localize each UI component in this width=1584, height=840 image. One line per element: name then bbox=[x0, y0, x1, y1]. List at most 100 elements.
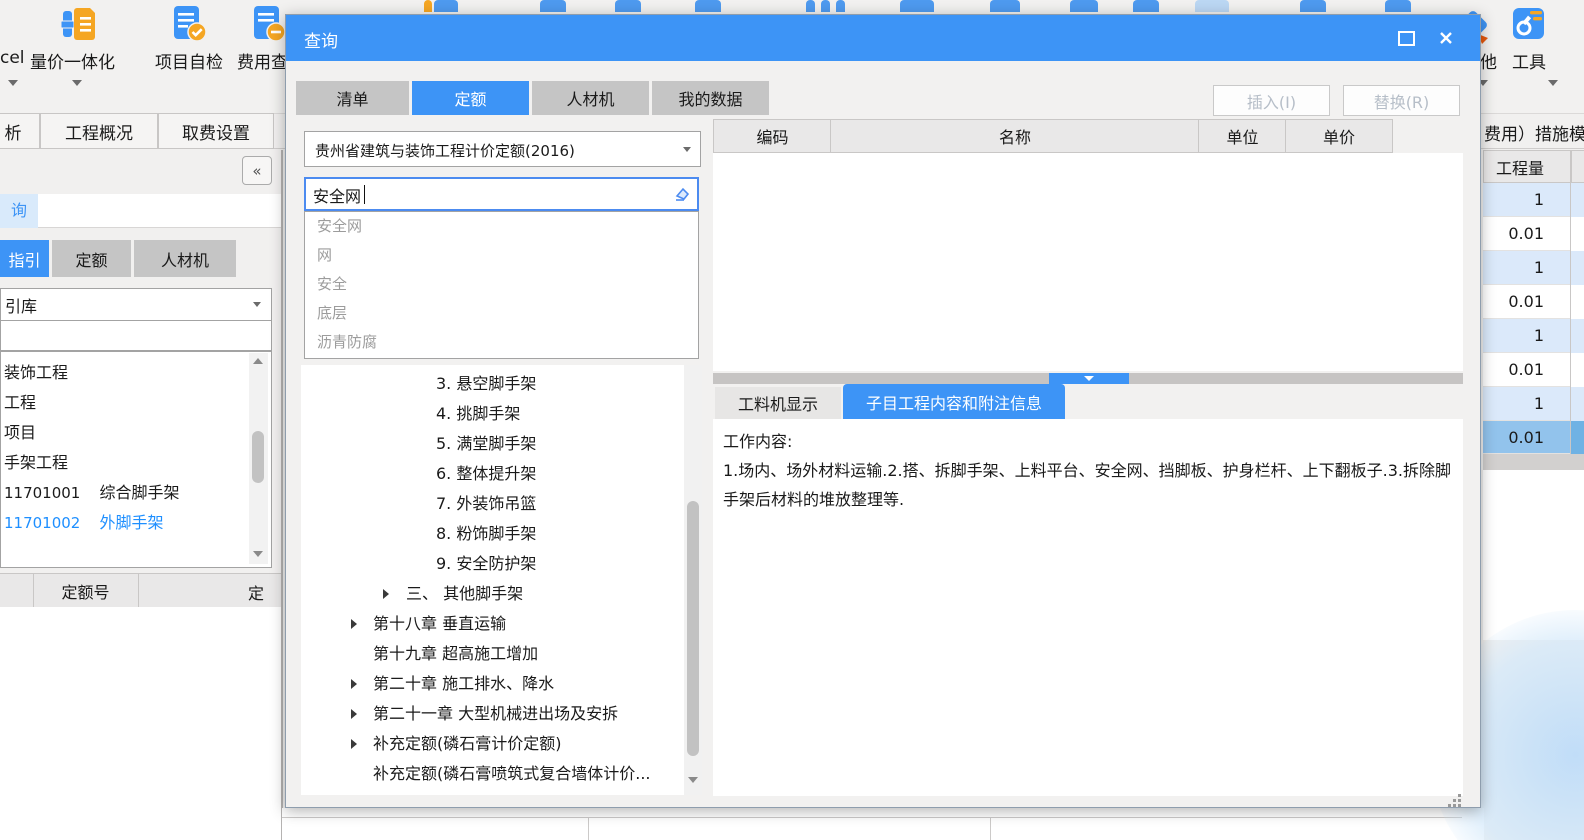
suggestion-item[interactable]: 安全网 bbox=[305, 212, 698, 241]
tree-item[interactable]: 第二十一章 大型机械进出场及安拆 bbox=[301, 699, 684, 729]
tree-item[interactable]: 第十九章 超高施工增加 bbox=[301, 639, 684, 669]
tree-item[interactable]: 补充定额(磷石膏计价定额) bbox=[301, 729, 684, 759]
price-integration-icon[interactable] bbox=[60, 4, 98, 50]
toolbar-excel-button[interactable]: cel bbox=[0, 48, 25, 68]
quota-no-header[interactable]: 定额号 bbox=[34, 574, 137, 607]
grid-cell-selected[interactable] bbox=[1571, 421, 1584, 454]
grid-cell-qty[interactable]: 0.01 bbox=[1483, 285, 1570, 319]
col-header-name[interactable]: 名称 bbox=[830, 119, 1200, 153]
dialog-tab-dinge[interactable]: 定额 bbox=[412, 81, 529, 115]
tree-item[interactable]: 补充定额(磷石膏喷筑式复合墙体计价... bbox=[301, 759, 684, 789]
grid-cell[interactable] bbox=[1571, 251, 1584, 285]
quota-header[interactable]: 定 bbox=[248, 580, 264, 604]
scrollbar[interactable] bbox=[249, 353, 268, 564]
insert-button[interactable]: 插入(I) bbox=[1213, 85, 1330, 116]
suggestion-item[interactable]: 沥青防腐 bbox=[305, 328, 698, 357]
tree-expand-icon[interactable] bbox=[383, 589, 389, 599]
dialog-tab-rencaiji[interactable]: 人材机 bbox=[532, 81, 649, 115]
tools-icon[interactable] bbox=[1510, 4, 1550, 50]
toolbar-tools-button[interactable]: 工具 bbox=[1512, 48, 1546, 73]
left-tab-quota[interactable]: 定额 bbox=[52, 240, 131, 277]
toolbar-other-button[interactable]: 他 bbox=[1480, 48, 1497, 73]
grid-cell-qty[interactable]: 1 bbox=[1483, 251, 1570, 285]
tree-item[interactable]: 3. 悬空脚手架 bbox=[301, 369, 684, 399]
tree-item[interactable]: 5. 满堂脚手架 bbox=[301, 429, 684, 459]
grid-cell[interactable] bbox=[1571, 285, 1584, 319]
tab-fee-setting[interactable]: 取费设置 bbox=[158, 113, 274, 149]
left-tab-guide[interactable]: 指引 bbox=[0, 240, 49, 277]
panel-divider[interactable] bbox=[281, 150, 283, 840]
col-header-code[interactable]: 编码 bbox=[713, 119, 832, 153]
tree-item[interactable]: 补充定额(磷石膏… bbox=[301, 789, 684, 795]
next-column-header[interactable] bbox=[1571, 150, 1584, 183]
chevron-down-icon[interactable] bbox=[1548, 80, 1558, 86]
chevron-down-icon[interactable] bbox=[8, 80, 18, 86]
grid-cell-qty[interactable]: 1 bbox=[1483, 319, 1570, 353]
chevron-down-icon[interactable] bbox=[72, 80, 82, 86]
tab-project-overview[interactable]: 工程概况 bbox=[40, 113, 158, 149]
dialog-tab-qingdan[interactable]: 清单 bbox=[296, 81, 409, 115]
project-self-check-icon[interactable] bbox=[170, 4, 208, 50]
scrollbar-thumb[interactable] bbox=[252, 431, 264, 483]
col-header-price[interactable]: 单价 bbox=[1285, 119, 1393, 153]
close-button[interactable] bbox=[1434, 27, 1458, 49]
clear-search-icon[interactable] bbox=[672, 185, 692, 205]
left-query-tab[interactable]: 询 bbox=[0, 194, 38, 228]
tree-expand-icon[interactable] bbox=[351, 679, 357, 689]
tree-expand-icon[interactable] bbox=[351, 619, 357, 629]
list-item[interactable]: 手架工程 bbox=[1, 448, 271, 478]
tree-item[interactable]: 6. 整体提升架 bbox=[301, 459, 684, 489]
replace-button[interactable]: 替换(R) bbox=[1343, 85, 1460, 116]
guide-search-input[interactable] bbox=[0, 320, 272, 351]
list-item[interactable]: 11701001 综合脚手架 bbox=[1, 478, 271, 508]
resize-grip[interactable] bbox=[1448, 794, 1462, 807]
tree-item[interactable]: 8. 粉饰脚手架 bbox=[301, 519, 684, 549]
quota-search-input[interactable]: 安全网 bbox=[304, 177, 699, 211]
list-item[interactable]: 项目 bbox=[1, 418, 271, 448]
tree-expand-icon[interactable] bbox=[351, 739, 357, 749]
toolbar-fee-view-button[interactable]: 费用查 bbox=[237, 48, 288, 73]
tree-item[interactable]: 第十八章 垂直运输 bbox=[301, 609, 684, 639]
grid-cell[interactable] bbox=[1571, 353, 1584, 387]
qty-column-header[interactable]: 工程量 bbox=[1483, 150, 1583, 183]
list-item[interactable]: 装饰工程 bbox=[1, 358, 271, 388]
col-header-unit[interactable]: 单位 bbox=[1198, 119, 1287, 153]
horizontal-splitter[interactable] bbox=[713, 373, 1463, 384]
scroll-up-icon[interactable] bbox=[253, 358, 263, 364]
list-item-selected[interactable]: 11701002 外脚手架 bbox=[1, 508, 271, 538]
dialog-tab-mydata[interactable]: 我的数据 bbox=[652, 81, 769, 115]
list-item[interactable]: 工程 bbox=[1, 388, 271, 418]
grid-cell-qty[interactable]: 1 bbox=[1483, 183, 1570, 217]
suggestion-item[interactable]: 底层 bbox=[305, 299, 698, 328]
grid-cell[interactable] bbox=[1571, 387, 1584, 421]
guide-library-combo[interactable]: 引库 bbox=[0, 288, 272, 321]
grid-cell[interactable] bbox=[1571, 217, 1584, 251]
fee-view-icon[interactable] bbox=[250, 4, 288, 50]
tree-item[interactable]: 4. 挑脚手架 bbox=[301, 399, 684, 429]
maximize-button[interactable] bbox=[1394, 27, 1418, 49]
suggestion-item[interactable]: 网 bbox=[305, 241, 698, 270]
grid-cell-qty[interactable]: 1 bbox=[1483, 387, 1570, 421]
tree-expand-icon[interactable] bbox=[351, 709, 357, 719]
tree-item[interactable]: 第二十章 施工排水、降水 bbox=[301, 669, 684, 699]
tab-analysis[interactable]: 析 bbox=[0, 113, 40, 149]
tree-scrollbar[interactable] bbox=[684, 365, 702, 795]
scroll-down-icon[interactable] bbox=[253, 551, 263, 557]
collapse-panel-button[interactable]: « bbox=[242, 156, 272, 185]
results-table-body[interactable] bbox=[713, 153, 1463, 371]
tab-resource-display[interactable]: 工料机显示 bbox=[715, 387, 841, 419]
tree-item[interactable]: 9. 安全防护架 bbox=[301, 549, 684, 579]
grid-cell[interactable] bbox=[1571, 319, 1584, 353]
scrollbar-thumb[interactable] bbox=[687, 501, 699, 756]
left-tab-resources[interactable]: 人材机 bbox=[134, 240, 236, 277]
quota-library-combo[interactable]: 贵州省建筑与装饰工程计价定额(2016) bbox=[304, 131, 701, 167]
tab-work-content[interactable]: 子目工程内容和附注信息 bbox=[843, 384, 1065, 419]
suggestion-item[interactable]: 安全 bbox=[305, 270, 698, 299]
toolbar-price-integration-button[interactable]: 量价一体化 bbox=[30, 48, 115, 73]
tree-item[interactable]: 三、 其他脚手架 bbox=[301, 579, 684, 609]
splitter-collapse-handle[interactable] bbox=[1049, 373, 1129, 384]
grid-cell-qty-selected[interactable]: 0.01 bbox=[1483, 421, 1570, 454]
grid-cell[interactable] bbox=[1571, 183, 1584, 217]
dialog-title-bar[interactable]: 查询 bbox=[286, 15, 1480, 61]
toolbar-project-self-check-button[interactable]: 项目自检 bbox=[155, 48, 223, 73]
